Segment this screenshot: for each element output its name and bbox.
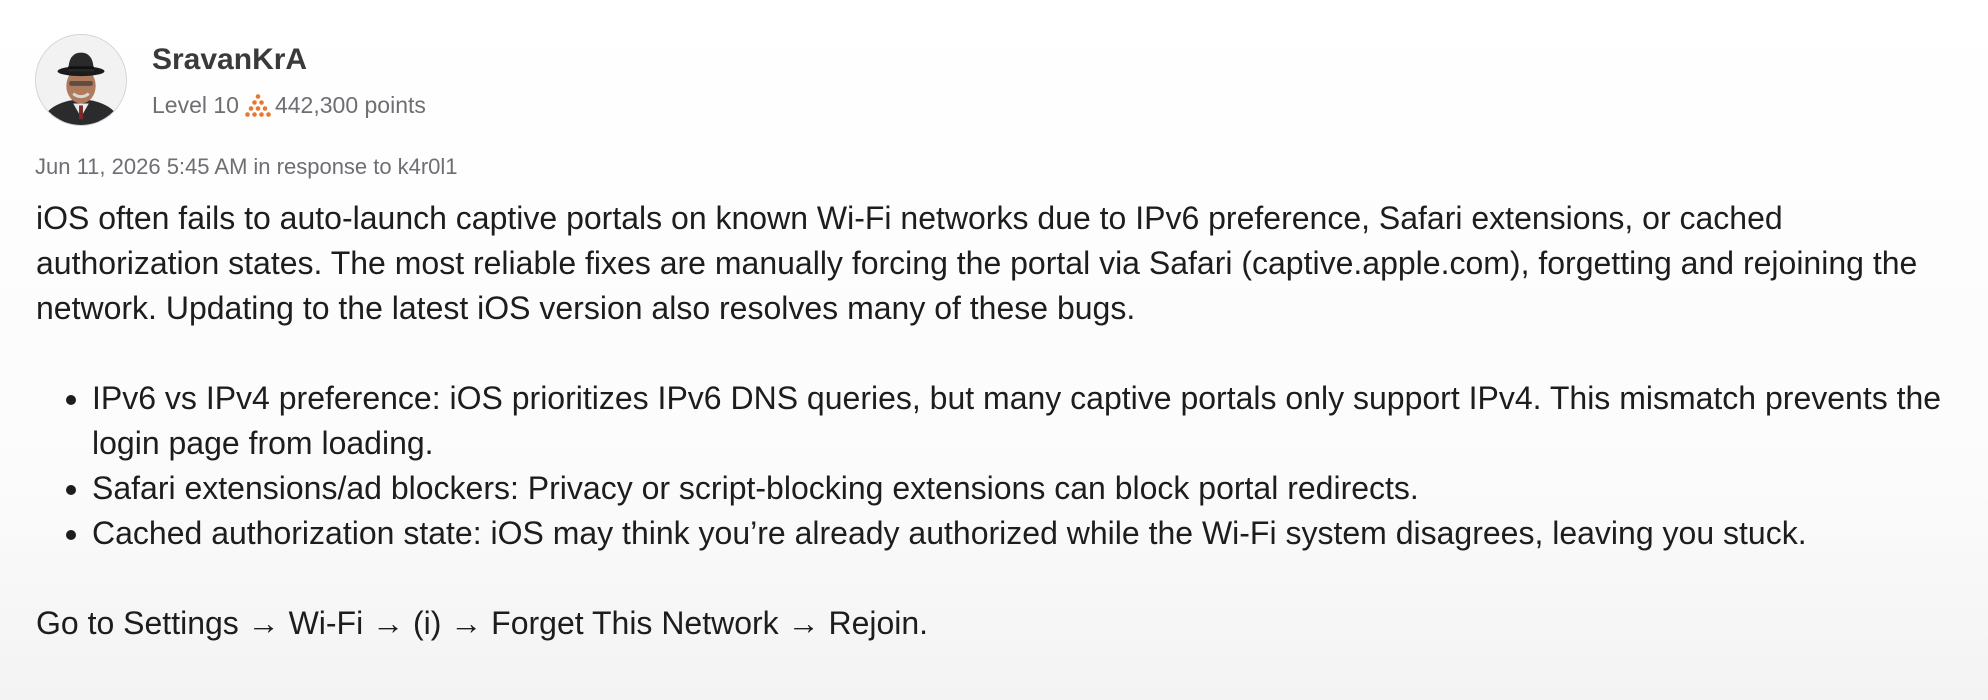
in-response-label: in response to: [253, 154, 392, 179]
in-response-to-link[interactable]: k4r0l1: [398, 154, 458, 179]
bullet-list: IPv6 vs IPv4 preference: iOS prioritizes…: [36, 376, 1966, 556]
bullet-item: Cached authorization state: iOS may thin…: [92, 511, 1966, 556]
username[interactable]: SravanKrA: [152, 42, 426, 78]
avatar[interactable]: [35, 34, 127, 126]
post-body: iOS often fails to auto-launch captive p…: [36, 196, 1966, 646]
post-date: Jun 11, 2026 5:45 AM: [35, 154, 248, 179]
author-info: SravanKrA Level 10 442,300 points: [152, 34, 426, 119]
pyramid-icon: [245, 93, 271, 117]
author-block: SravanKrA Level 10 442,300 points: [35, 34, 426, 126]
post-intro: iOS often fails to auto-launch captive p…: [36, 200, 1918, 326]
post-closing: Go to Settings → Wi-Fi → (i) → Forget Th…: [36, 605, 929, 641]
points-label: 442,300 points: [274, 92, 426, 118]
level-row: Level 10 442,300 points: [152, 91, 426, 119]
level-label: Level 10: [152, 92, 239, 118]
post-meta: Jun 11, 2026 5:45 AM in response to k4r0l1: [35, 153, 458, 181]
bullet-item: Safari extensions/ad blockers: Privacy o…: [92, 466, 1966, 511]
avatar-image: [36, 35, 126, 125]
bullet-item: IPv6 vs IPv4 preference: iOS prioritizes…: [92, 376, 1966, 466]
